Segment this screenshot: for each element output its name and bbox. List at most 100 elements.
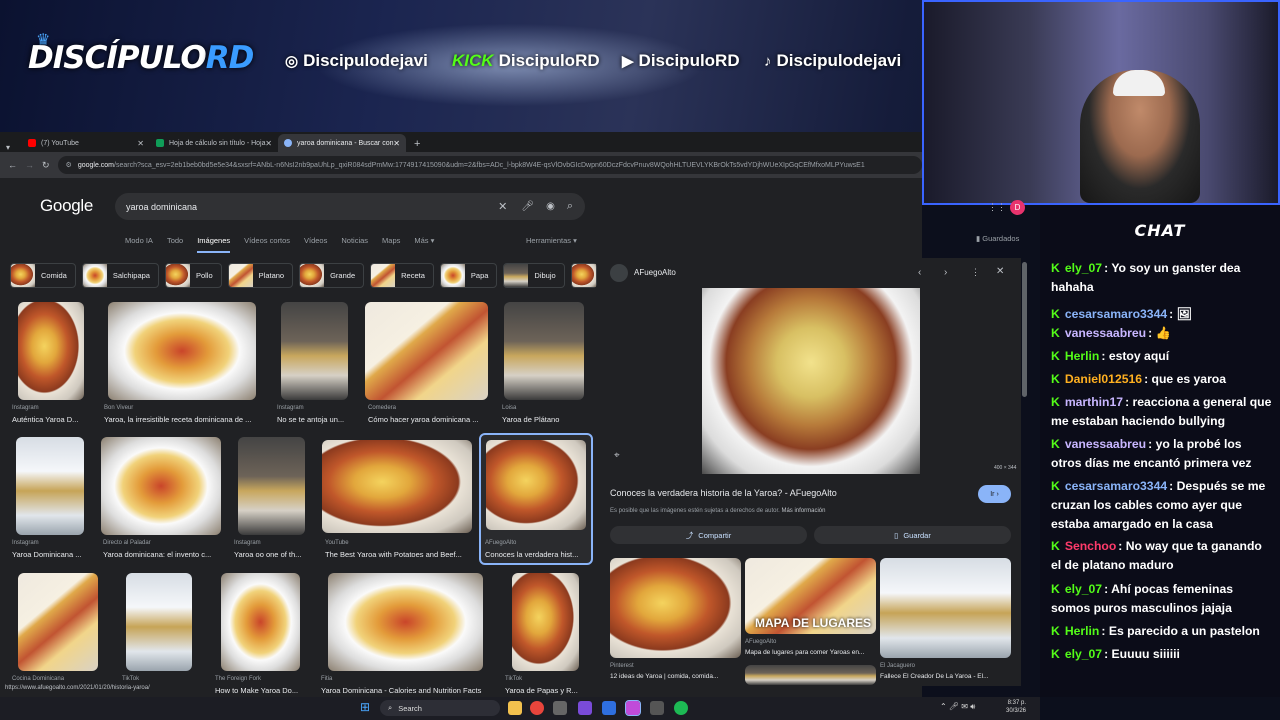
chip-dibujo[interactable]: Dibujo [503, 263, 565, 288]
tab-ai-mode[interactable]: Modo IA [125, 236, 153, 253]
preview-image[interactable] [702, 288, 920, 474]
saved-button[interactable]: ▮ Guardados [976, 234, 1019, 243]
more-info-link[interactable]: Más información [781, 508, 825, 514]
tab-more[interactable]: Más ▾ [414, 236, 434, 253]
result-title[interactable]: How to Make Yaroa Do... [215, 686, 305, 695]
chat-username[interactable]: Herlin [1065, 624, 1100, 638]
tab-images[interactable]: Imágenes [197, 236, 231, 253]
tools-button[interactable]: Herramientas ▾ [526, 236, 577, 245]
site-info-icon[interactable]: ⚙ [66, 161, 72, 169]
chat-username[interactable]: vanessaabreu [1065, 437, 1146, 451]
chevron-left-icon[interactable]: ‹ [918, 267, 921, 278]
result-title[interactable]: No se te antoja un... [277, 415, 357, 424]
chevron-right-icon[interactable]: › [944, 267, 947, 278]
chip-platano[interactable]: Platano [227, 263, 294, 288]
chat-username[interactable]: ely_07 [1065, 647, 1102, 661]
address-bar[interactable]: ⚙ google.com/search?sca_esv=2eb1beb0bd5e5… [57, 156, 922, 174]
close-icon[interactable]: ✕ [996, 266, 1004, 277]
windows-start-icon[interactable]: ⊞ [360, 700, 370, 714]
close-icon[interactable]: ✕ [393, 139, 400, 148]
app-icon[interactable] [650, 701, 664, 715]
chat-username[interactable]: vanessaabreu [1065, 326, 1146, 340]
lens-icon[interactable]: ⌖ [614, 450, 620, 461]
result-image[interactable] [504, 302, 584, 400]
tab-list-icon[interactable]: ▾ [0, 143, 22, 152]
tab-news[interactable]: Noticias [341, 236, 368, 253]
more-options-icon[interactable]: ⋮ [971, 267, 980, 278]
result-image[interactable] [18, 573, 98, 671]
google-logo[interactable]: Google [40, 196, 93, 216]
result-title[interactable]: Cómo hacer yaroa dominicana ... [368, 415, 493, 424]
lens-icon[interactable]: ◉ [546, 201, 555, 212]
chrome-icon[interactable] [530, 701, 544, 715]
result-title[interactable]: Yaroa Dominicana - Calories and Nutritio… [321, 686, 496, 695]
result-title[interactable]: Auténtica Yaroa D... [12, 415, 97, 424]
tab-youtube[interactable]: (7) YouTube ✕ [22, 134, 150, 152]
result-image[interactable] [281, 302, 348, 400]
tab-short-videos[interactable]: Vídeos cortos [244, 236, 290, 253]
result-image[interactable] [328, 573, 483, 671]
chip-comida[interactable]: Comida [10, 263, 76, 288]
search-box[interactable]: yaroa dominicana ✕ 🎤︎ ◉ ⌕ [115, 193, 585, 220]
related-image[interactable] [880, 558, 1011, 658]
result-title[interactable]: Yaroa, la irresistible receta dominicana… [104, 415, 266, 424]
chip-pollo[interactable]: Pollo [164, 263, 222, 288]
chip-receta[interactable]: Receta [370, 263, 434, 288]
result-title[interactable]: Yaroa de Papas y R... [505, 686, 590, 695]
avatar[interactable]: D [1010, 200, 1025, 215]
obs-icon[interactable] [625, 700, 641, 716]
result-image[interactable] [16, 437, 84, 535]
result-title[interactable]: Yaroa de Plátano [502, 415, 592, 424]
result-image[interactable] [221, 573, 300, 671]
chat-username[interactable]: Herlin [1065, 349, 1100, 363]
chat-username[interactable]: Senchoo [1065, 539, 1116, 553]
visit-button[interactable]: Ir › [978, 485, 1011, 503]
result-image[interactable] [101, 437, 221, 535]
related-title[interactable]: 12 ideas de Yaroa | comida, comida... [610, 673, 740, 680]
share-button[interactable]: ⤴ Compartir [610, 526, 807, 544]
chip-grande[interactable]: Grande [299, 263, 365, 288]
reload-icon[interactable]: ↻ [42, 160, 50, 171]
result-image[interactable] [238, 437, 305, 535]
search-icon[interactable]: ⌕ [567, 200, 573, 213]
spotify-icon[interactable] [674, 701, 688, 715]
result-title[interactable]: Conoces la verdadera hist... [485, 550, 585, 559]
save-button[interactable]: ▯ Guardar [814, 526, 1011, 544]
result-image[interactable] [108, 302, 256, 400]
back-icon[interactable]: ← [8, 160, 17, 170]
tab-maps[interactable]: Maps [382, 236, 400, 253]
tab-videos[interactable]: Vídeos [304, 236, 327, 253]
result-image[interactable] [126, 573, 192, 671]
file-explorer-icon[interactable] [508, 701, 522, 715]
result-title[interactable]: The Best Yaroa with Potatoes and Beef... [325, 550, 473, 559]
app-icon[interactable] [578, 701, 592, 715]
tab-all[interactable]: Todo [167, 236, 183, 253]
chat-username[interactable]: cesarsamaro3344 [1065, 307, 1167, 321]
tab-google-search[interactable]: yaroa dominicana - Buscar con ✕ [278, 134, 406, 152]
result-title[interactable]: Yaroa dominicana: el invento c... [103, 550, 221, 559]
apps-icon[interactable]: ⋮⋮ [988, 202, 1006, 213]
related-image[interactable]: MAPA DE LUGARES [745, 558, 876, 634]
related-image[interactable] [745, 665, 876, 685]
result-title[interactable]: Yaroa oo one of th... [234, 550, 309, 559]
panel-title[interactable]: Conoces la verdadera historia de la Yaro… [610, 488, 837, 498]
taskbar-search[interactable]: ⌕ Search [380, 700, 500, 716]
result-image[interactable] [18, 302, 84, 400]
related-image[interactable] [610, 558, 741, 658]
tab-spreadsheet[interactable]: Hoja de cálculo sin título - Hoja ✕ [150, 134, 278, 152]
related-title[interactable]: Mapa de lugares para comer Yaroas en... [745, 649, 877, 656]
panel-source[interactable]: AFuegoAlto [634, 268, 676, 277]
result-image[interactable] [365, 302, 488, 400]
microphone-icon[interactable]: 🎤︎ [521, 201, 534, 212]
clock[interactable]: 8:37 p. 30/3/26 [1006, 699, 1026, 715]
scrollbar[interactable] [1022, 262, 1027, 397]
search-input[interactable]: yaroa dominicana [126, 202, 498, 212]
close-icon[interactable]: ✕ [137, 139, 144, 148]
result-image[interactable] [512, 573, 579, 671]
chat-username[interactable]: cesarsamaro3344 [1065, 479, 1167, 493]
close-icon[interactable]: ✕ [265, 139, 272, 148]
chat-username[interactable]: Daniel012516 [1065, 372, 1142, 386]
result-image[interactable] [322, 440, 472, 533]
related-title[interactable]: Fallece El Creador De La Yaroa - El... [880, 673, 1010, 680]
tray-icons[interactable]: ⌃ 🎤︎ ✉ 🔊︎ [940, 702, 975, 712]
